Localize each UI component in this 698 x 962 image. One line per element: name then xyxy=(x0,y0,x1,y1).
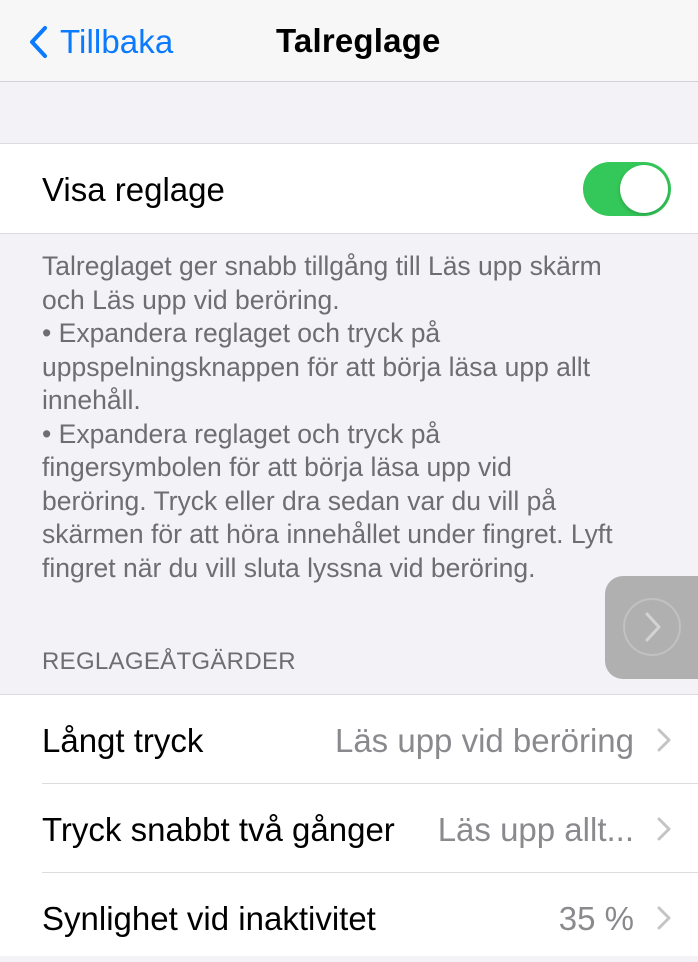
top-spacer xyxy=(0,82,698,143)
chevron-right-icon xyxy=(657,906,671,935)
speech-controller-floating-button[interactable] xyxy=(605,576,698,679)
chevron-left-icon xyxy=(28,25,48,59)
description-line: Talreglaget ger snabb tillgång till Läs … xyxy=(42,251,602,281)
row-double-tap[interactable]: Tryck snabbt två gånger Läs upp allt... xyxy=(0,784,698,873)
back-button[interactable]: Tillbaka xyxy=(28,18,173,66)
row-value: 35 % xyxy=(558,900,634,937)
description-line: och Läs upp vid beröring. xyxy=(42,284,340,315)
description-line: • Expandera reglaget och tryck på xyxy=(42,318,441,348)
row-idle-visibility[interactable]: Synlighet vid inaktivitet 35 % xyxy=(0,873,698,962)
description-line: beröring. Tryck eller dra sedan var du v… xyxy=(42,485,557,516)
toggle-knob xyxy=(620,165,668,213)
row-label: Tryck snabbt två gånger xyxy=(42,811,395,848)
page-title: Talreglage xyxy=(276,22,441,59)
row-label: Synlighet vid inaktivitet xyxy=(42,900,376,937)
show-controller-toggle[interactable] xyxy=(583,162,671,216)
row-label: Långt tryck xyxy=(42,722,204,759)
show-controller-cell: Visa reglage xyxy=(0,143,698,234)
description-line: innehåll. xyxy=(42,385,141,415)
row-long-press[interactable]: Långt tryck Läs upp vid beröring xyxy=(0,695,698,784)
description-line: • Expandera reglaget och tryck på xyxy=(42,418,441,449)
row-value: Läs upp allt... xyxy=(437,811,634,848)
description-line: uppspelningsknappen för att börja läsa u… xyxy=(42,351,591,382)
controller-actions-group: Långt tryck Läs upp vid beröring Tryck s… xyxy=(0,694,698,956)
navigation-bar: Tillbaka Talreglage xyxy=(0,0,698,82)
back-button-label: Tillbaka xyxy=(60,23,174,60)
section-header-actions: REGLAGEÅTGÄRDER xyxy=(42,648,296,675)
row-value: Läs upp vid beröring xyxy=(334,722,634,759)
description-line: fingersymbolen för att börja läsa upp vi… xyxy=(42,452,512,482)
description-line: fingret när du vill sluta lyssna vid ber… xyxy=(42,552,536,583)
show-controller-label: Visa reglage xyxy=(42,171,225,208)
chevron-right-icon xyxy=(657,817,671,846)
description-line: skärmen för att höra innehållet under fi… xyxy=(42,519,613,549)
controller-description: Talreglaget ger snabb tillgång till Läs … xyxy=(42,250,678,585)
chevron-right-icon xyxy=(657,728,671,757)
